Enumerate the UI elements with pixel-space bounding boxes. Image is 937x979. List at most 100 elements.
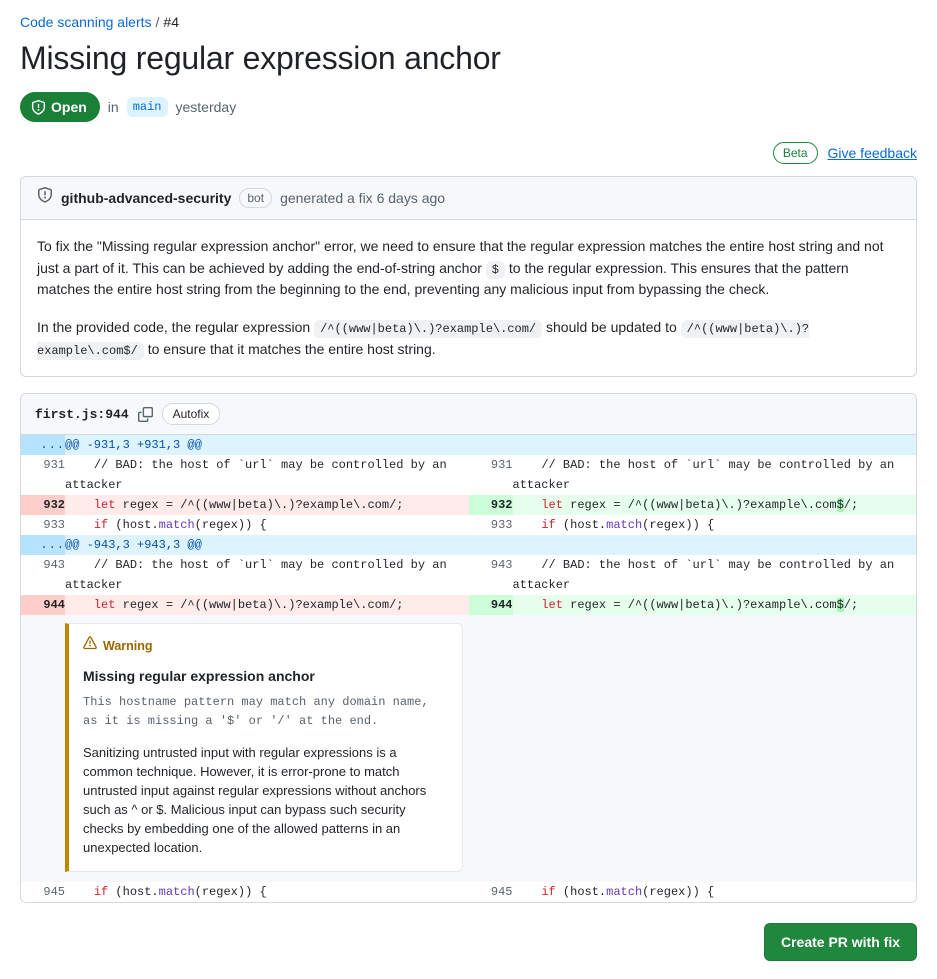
paragraph-text: should be updated to [542,319,681,336]
shield-exclamation-icon [31,99,46,115]
diff-row: ... @@ -943,3 +943,3 @@ [21,535,916,556]
code-cell-left: if (host.match(regex)) { [65,515,469,536]
token-keyword: let [93,598,116,613]
inline-code: $ [485,260,505,279]
breadcrumb-link-code-scanning-alerts[interactable]: Code scanning alerts [20,14,152,30]
token-keyword: if [93,518,109,533]
line-number-left: 943 [21,555,65,596]
code-cell-right: if (host.match(regex)) { [512,515,916,536]
line-number-left: 931 [21,455,65,496]
warning-triangle-icon [83,636,97,656]
line-number-right: 943 [468,555,513,596]
diff-row: 945 if (host.match(regex)) {945 if (host… [21,882,916,903]
token-keyword: if [93,885,109,900]
code-cell-left: if (host.match(regex)) { [65,882,469,903]
line-number-left: 932 [21,495,65,516]
diff-row: 931 // BAD: the host of `url` may be con… [21,455,916,496]
paragraph-text: to ensure that it matches the entire hos… [143,340,436,357]
token-keyword: let [541,498,563,513]
create-pr-with-fix-button[interactable]: Create PR with fix [763,923,917,962]
warning-mono-text: This hostname pattern may match any doma… [83,695,429,729]
diff-row: 933 if (host.match(regex)) {933 if (host… [21,515,916,536]
shield-icon [37,187,53,209]
added-word-highlight: $ [836,498,844,513]
code-cell-left: let regex = /^((www|beta)\.)?example\.co… [65,595,469,616]
fix-description-panel: github-advanced-security bot generated a… [20,176,917,378]
fix-paragraph: In the provided code, the regular expres… [37,317,900,360]
code-cell-right: // BAD: the host of `url` may be control… [512,455,916,496]
token-method: match [158,518,195,533]
token-method: match [158,885,195,900]
warning-title: Missing regular expression anchor [83,668,315,685]
code-cell-right: let regex = /^((www|beta)\.)?example\.co… [512,595,916,616]
diff-table: ... @@ -931,3 +931,3 @@ 931 // BAD: the ho… [21,435,916,903]
token-keyword: let [541,598,563,613]
beta-badge: Beta [772,142,818,164]
page-title: Missing regular expression anchor [20,40,501,76]
diff-panel: first.js:944 Autofix ... @@ -931,3 +931,3… [20,393,917,904]
line-number-right: 932 [468,495,513,516]
state-in-label: in [107,98,119,115]
beta-row: Beta Give feedback [20,142,917,164]
fix-paragraph: To fix the "Missing regular expression a… [37,236,900,301]
copy-icon[interactable] [137,406,153,422]
breadcrumb-current-alert-number: #4 [163,14,179,30]
line-number-right: 945 [468,882,513,903]
warning-gutter-right [468,615,513,883]
diff-panel-header: first.js:944 Autofix [21,394,916,436]
status-badge-label: Open [51,99,87,115]
hunk-header: @@ -943,3 +943,3 @@ [65,535,916,556]
state-timestamp: yesterday [175,98,237,115]
hunk-header: @@ -931,3 +931,3 @@ [65,435,916,456]
diff-row: 944 let regex = /^((www|beta)\.)?example… [21,595,916,616]
breadcrumb-separator: / [155,14,160,30]
paragraph-text: In the provided code, the regular expres… [37,319,315,336]
breadcrumb: Code scanning alerts / #4 [20,12,917,32]
warning-gutter [21,615,65,883]
token-keyword: if [541,518,556,533]
warning-severity: Warning [83,636,448,656]
hunk-expander[interactable]: ... [21,535,65,556]
added-word-highlight: $ [836,598,844,613]
diff-row: 943 // BAD: the host of `url` may be con… [21,555,916,596]
warning-body-text: Sanitizing untrusted input with regular … [83,745,430,856]
code-cell-left: // BAD: the host of `url` may be control… [65,455,469,496]
autofix-chip[interactable]: Autofix [161,403,221,426]
line-number-left: 945 [21,882,65,903]
warning-cell: Warning Missing regular expression anchor… [65,615,469,883]
token-keyword: let [93,498,116,513]
code-cell-right: if (host.match(regex)) { [512,882,916,903]
code-cell-left: // BAD: the host of `url` may be control… [65,555,469,596]
give-feedback-link[interactable]: Give feedback [828,143,918,164]
alert-page: Code scanning alerts / #4 Missing regular … [0,0,937,979]
token-method: match [606,885,643,900]
line-number-right: 933 [468,515,513,536]
line-number-right: 931 [468,455,513,496]
code-cell-left: let regex = /^((www|beta)\.)?example\.co… [65,495,469,516]
status-badge: Open [20,92,100,122]
fix-panel-header: github-advanced-security bot generated a… [21,177,916,220]
diff-warning-row: Warning Missing regular expression anchor… [21,615,916,883]
fix-generated-text: generated a fix 6 days ago [280,189,446,206]
code-cell-right: // BAD: the host of `url` may be control… [512,555,916,596]
line-number-right: 944 [468,595,513,616]
warning-severity-label: Warning [103,639,153,654]
bot-label-chip: bot [239,188,273,208]
warning-box: Warning Missing regular expression anchor… [65,623,463,873]
inline-code: /^((www|beta)\.)?example\.com/ [314,320,543,339]
diff-file-label: first.js:944 [35,406,129,422]
hunk-expander[interactable]: ... [21,435,65,456]
alert-state-row: Open in main yesterday [20,92,917,122]
bot-author-name[interactable]: github-advanced-security [61,188,231,209]
fix-paragraphs: To fix the "Missing regular expression a… [37,236,900,360]
diff-row: 932 let regex = /^((www|beta)\.)?example… [21,495,916,516]
diff-row: ... @@ -931,3 +931,3 @@ [21,435,916,456]
token-method: match [606,518,643,533]
fix-panel-body: To fix the "Missing regular expression a… [21,220,916,376]
branch-chip[interactable]: main [126,97,168,117]
line-number-left: 933 [21,515,65,536]
code-cell-right: let regex = /^((www|beta)\.)?example\.co… [512,495,916,516]
warning-cell-right [512,615,916,883]
diff-footer: Create PR with fix [20,919,917,979]
token-keyword: if [541,885,556,900]
